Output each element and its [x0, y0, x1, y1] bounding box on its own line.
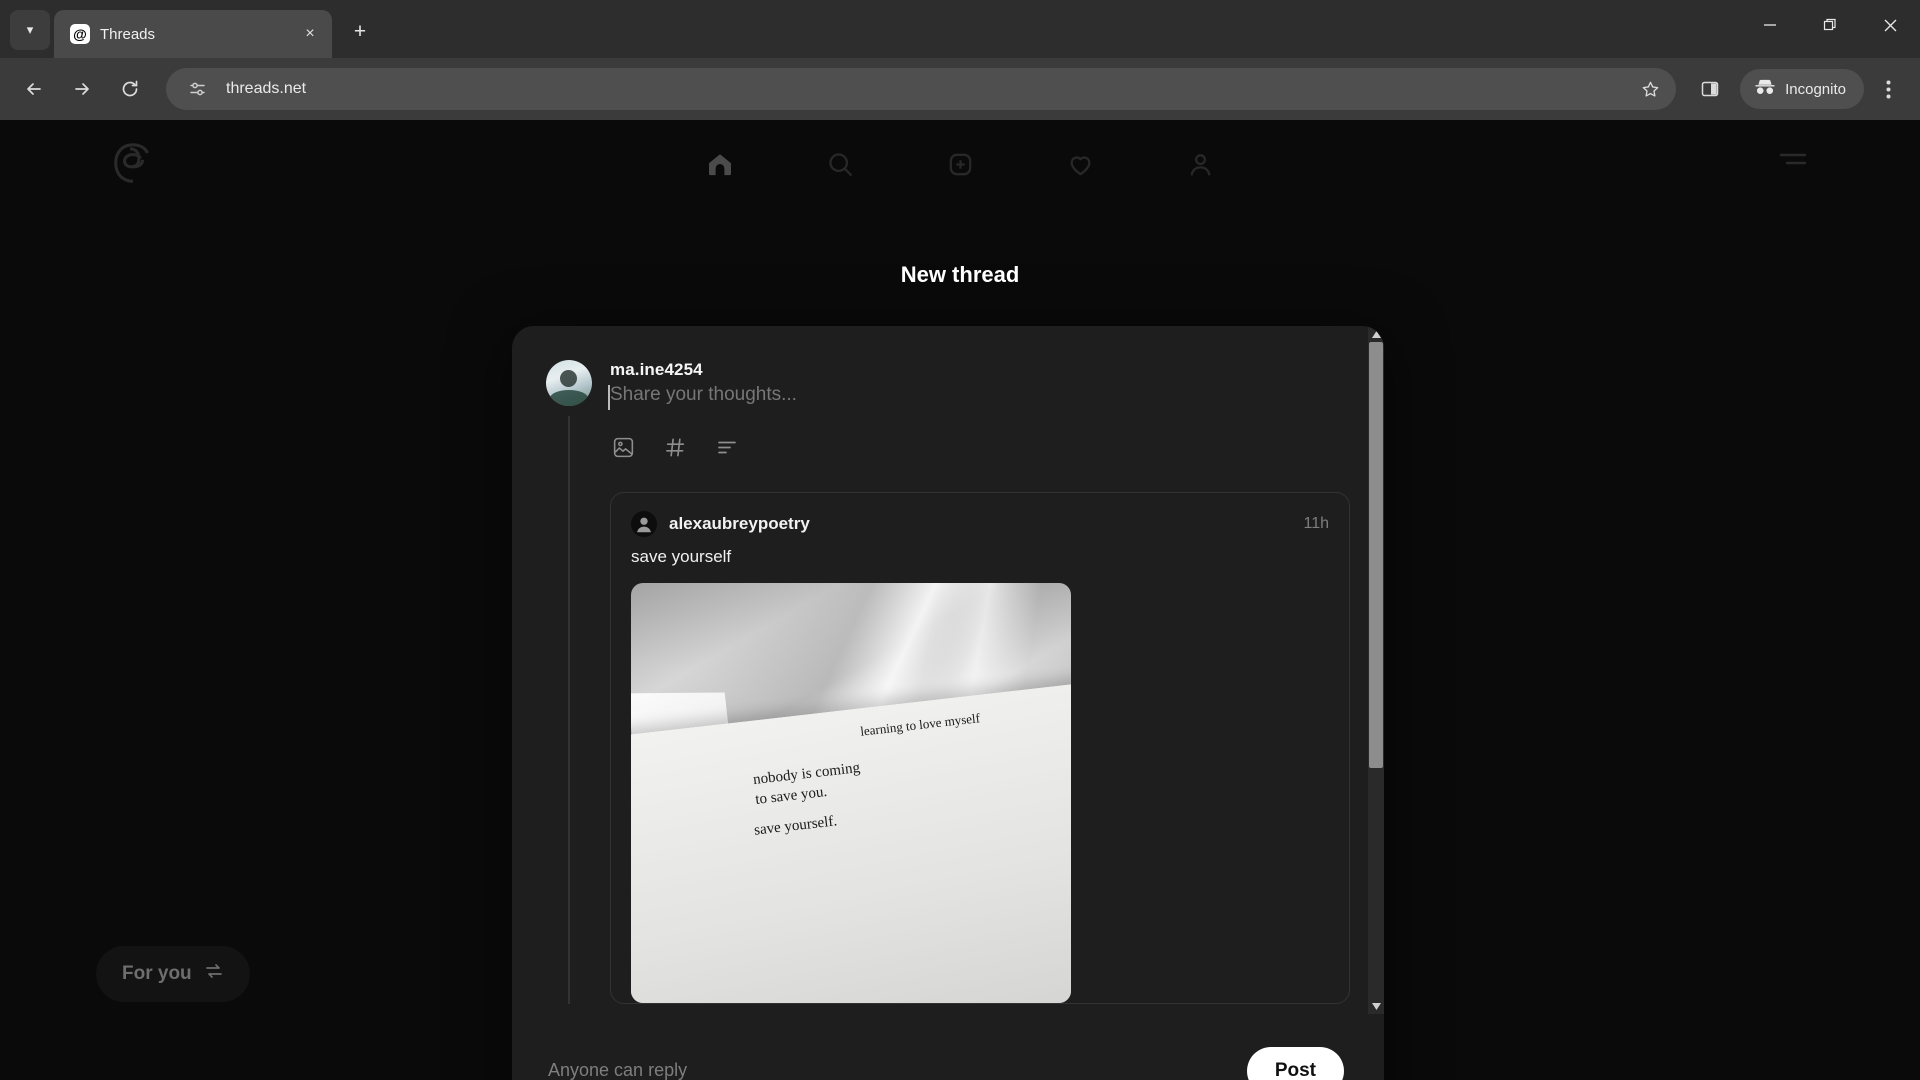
image-icon[interactable] [610, 434, 636, 460]
quoted-post-username[interactable]: alexaubreypoetry [669, 514, 810, 534]
thread-text-input[interactable]: Share your thoughts... [608, 384, 1350, 412]
quoted-post-timestamp: 11h [1303, 515, 1329, 532]
hashtag-icon[interactable] [662, 434, 688, 460]
minimize-button[interactable] [1740, 0, 1800, 50]
page-content: For you The Deep Thinker + the_deep_thin… [0, 120, 1920, 1080]
reply-setting[interactable]: Anyone can reply [548, 1060, 687, 1080]
quoted-post[interactable]: alexaubreypoetry 11h save yourself learn… [610, 492, 1350, 1004]
close-button[interactable] [1860, 0, 1920, 50]
poem-faded-1 [947, 771, 970, 788]
poll-icon[interactable] [714, 434, 740, 460]
sidebar-item-create[interactable] [938, 142, 982, 186]
threads-favicon: @ [70, 24, 90, 44]
new-thread-dialog: ma.ine4254 Share your thoughts... alexau… [512, 326, 1384, 1080]
text-caret [608, 385, 610, 410]
scrollbar-track[interactable] [1368, 342, 1384, 998]
composer-username: ma.ine4254 [610, 360, 703, 379]
back-button[interactable] [12, 67, 56, 111]
sidebar-item-search[interactable] [818, 142, 862, 186]
book-page [631, 680, 1071, 1003]
composer-toolbar [610, 434, 1350, 460]
avatar[interactable] [546, 360, 592, 406]
tab-title: Threads [100, 25, 156, 43]
url-text: threads.net [226, 80, 307, 97]
incognito-indicator[interactable]: Incognito [1740, 69, 1864, 109]
poem-faded-2 [938, 804, 961, 821]
reload-button[interactable] [108, 67, 152, 111]
hamburger-icon[interactable] [1778, 148, 1808, 175]
browser-tab[interactable]: @ Threads × [54, 10, 332, 58]
swap-icon [204, 961, 224, 987]
sidebar-item-home[interactable] [698, 142, 742, 186]
browser-menu-button[interactable] [1868, 67, 1908, 111]
scroll-down-icon[interactable] [1368, 998, 1384, 1014]
restore-button[interactable] [1800, 0, 1860, 50]
sidebar-item-activity[interactable] [1058, 142, 1102, 186]
browser-toolbar: threads.net Incognito [0, 58, 1920, 120]
quoted-post-header: alexaubreypoetry 11h [631, 511, 1329, 537]
browser-window: ▾ @ Threads × + threads.net Incognito Fo… [0, 0, 1920, 1080]
tab-search-button[interactable]: ▾ [10, 10, 50, 50]
post-button[interactable]: Post [1246, 1046, 1344, 1080]
star-icon[interactable] [1632, 71, 1668, 107]
threads-navbar [0, 120, 1920, 206]
split-view-icon[interactable] [1690, 69, 1730, 109]
new-tab-button[interactable]: + [342, 14, 378, 50]
forward-button[interactable] [60, 67, 104, 111]
scrollbar-thumb[interactable] [1369, 342, 1383, 769]
threads-nav-items [698, 142, 1222, 186]
tab-strip: ▾ @ Threads × + [0, 0, 1920, 58]
composer-avatar-column [546, 360, 592, 1004]
address-bar[interactable]: threads.net [166, 68, 1677, 110]
dialog-scroll-area: ma.ine4254 Share your thoughts... alexau… [512, 326, 1384, 1014]
sidebar-item-profile[interactable] [1178, 142, 1222, 186]
window-controls [1740, 0, 1920, 58]
plus-icon: + [353, 20, 367, 43]
feed-selector-label: For you [122, 963, 192, 984]
thread-line [568, 416, 570, 1004]
scroll-up-icon[interactable] [1368, 326, 1384, 342]
page-title: New thread [900, 262, 1020, 287]
composer-placeholder: Share your thoughts... [610, 384, 797, 405]
dialog-scrollbar[interactable] [1368, 326, 1384, 1014]
feed-selector[interactable]: For you [96, 946, 250, 1002]
chevron-down-icon: ▾ [26, 22, 34, 37]
threads-logo[interactable] [110, 140, 156, 186]
dialog-footer: Anyone can reply Post [512, 1014, 1384, 1080]
composer: ma.ine4254 Share your thoughts... alexau… [512, 360, 1384, 1004]
avatar[interactable] [631, 511, 657, 537]
composer-body: ma.ine4254 Share your thoughts... alexau… [608, 360, 1350, 1004]
incognito-label: Incognito [1785, 80, 1846, 98]
close-icon[interactable]: × [298, 22, 322, 46]
incognito-icon [1754, 78, 1776, 100]
page-settings-icon[interactable] [184, 75, 212, 103]
quoted-post-text: save yourself [631, 547, 732, 566]
quoted-post-image[interactable]: learning to love myself nobody is coming… [631, 583, 1071, 1003]
